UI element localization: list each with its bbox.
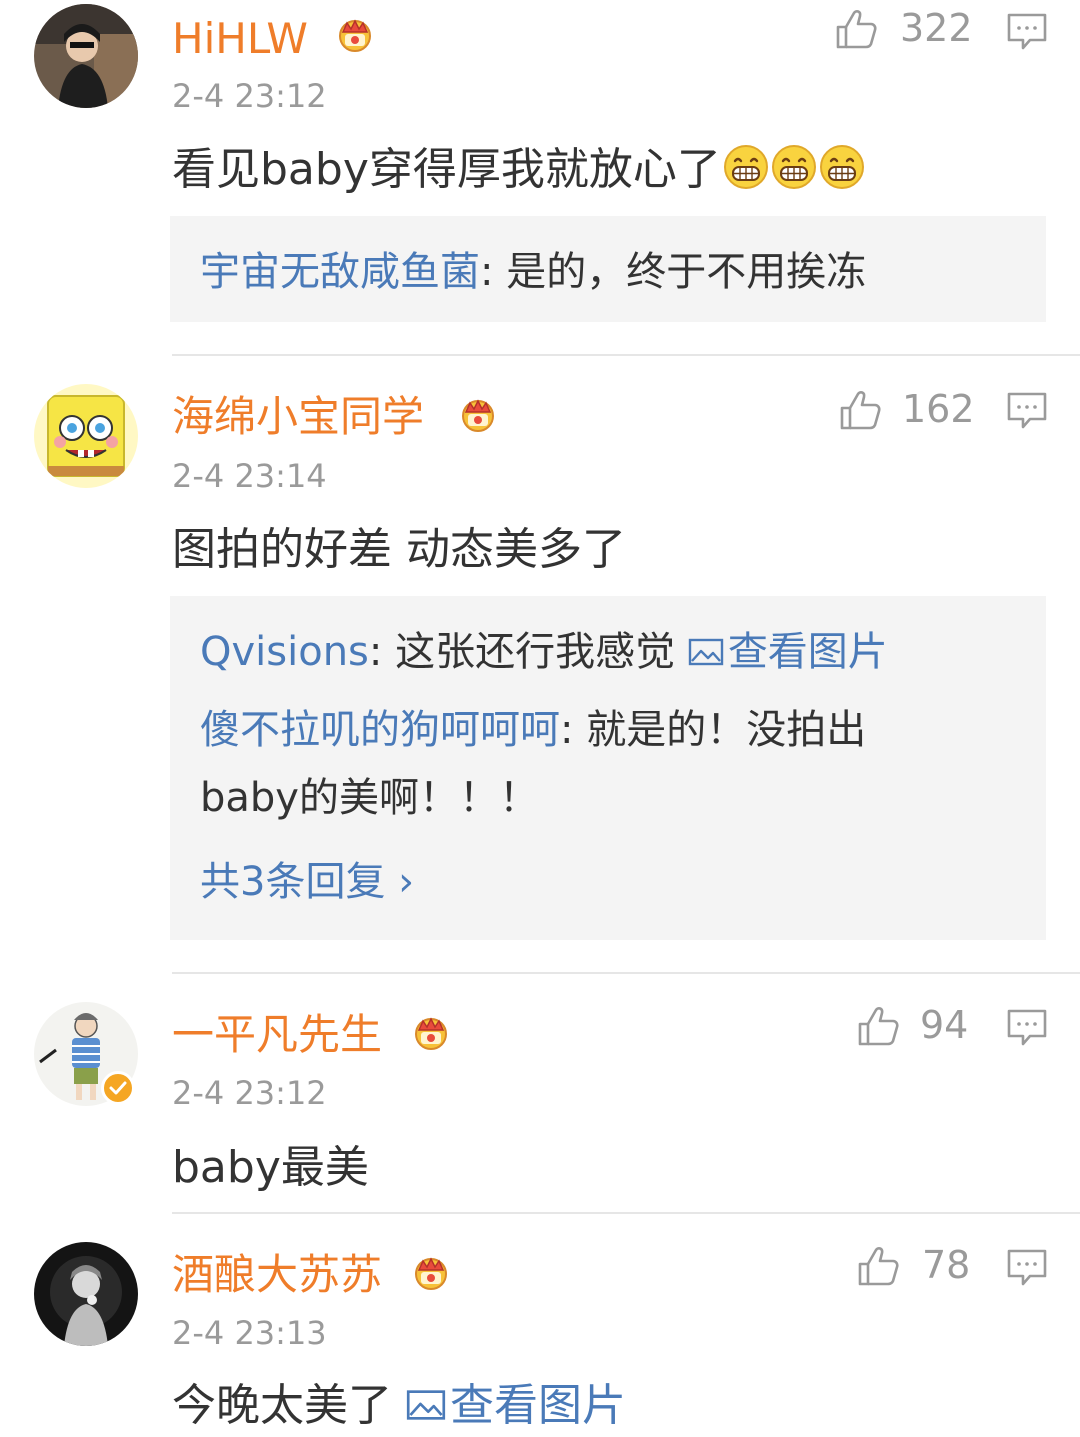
reply-comment-icon[interactable] <box>1006 1248 1048 1288</box>
reply-username[interactable]: 宇宙无敌咸鱼菌 <box>200 249 480 295</box>
view-image-link[interactable]: 查看图片 <box>406 1380 626 1431</box>
reply-item: 傻不拉叽的狗呵呵呵: 就是的！没拍出 <box>200 710 866 750</box>
avatar[interactable] <box>34 4 138 108</box>
reply-username[interactable]: Qvisions <box>200 629 369 675</box>
username[interactable]: 海绵小宝同学 <box>172 396 424 438</box>
timestamp: 2-4 23:13 <box>172 1314 327 1352</box>
reply-separator: : <box>480 249 507 295</box>
username[interactable]: 一平凡先生 <box>172 1014 382 1056</box>
like-count: 94 <box>920 1003 969 1047</box>
comment-text-body: 看见baby穿得厚我就放心了 <box>172 144 721 195</box>
reply-preview-box[interactable]: Qvisions: 这张还行我感觉 查看图片 傻不拉叽的狗呵呵呵: 就是的！没拍… <box>170 596 1046 940</box>
timestamp: 2-4 23:14 <box>172 457 327 495</box>
grin-emoji-icon <box>771 144 817 190</box>
reply-username[interactable]: 傻不拉叽的狗呵呵呵 <box>200 707 560 753</box>
like-count: 162 <box>902 387 975 431</box>
comment-text-body: baby最美 <box>172 1142 369 1193</box>
view-image-label: 查看图片 <box>450 1380 626 1431</box>
view-image-link[interactable]: 查看图片 <box>688 629 888 675</box>
timestamp: 2-4 23:12 <box>172 1074 327 1112</box>
thumbs-up-icon <box>856 1244 900 1288</box>
username[interactable]: HiHLW <box>172 18 308 60</box>
comment-text: baby最美 <box>172 1142 369 1193</box>
comment-text: 今晚太美了 查看图片 <box>172 1380 626 1431</box>
reply-item: 宇宙无敌咸鱼菌: 是的，终于不用挨冻 <box>200 252 866 292</box>
more-replies-link[interactable]: 共3条回复 › <box>200 862 414 902</box>
verified-badge-icon <box>101 1071 135 1105</box>
crown-badge-icon <box>410 1255 452 1291</box>
avatar[interactable] <box>34 384 138 488</box>
divider <box>172 354 1080 356</box>
reply-text: 就是的！没拍出 <box>586 707 867 753</box>
reply-item: Qvisions: 这张还行我感觉 查看图片 <box>200 632 888 672</box>
view-image-label: 查看图片 <box>727 629 888 675</box>
comment-text: 图拍的好差 动态美多了 <box>172 524 626 575</box>
crown-badge-icon <box>334 17 376 53</box>
thumbs-up-icon <box>856 1004 900 1048</box>
username[interactable]: 酒酿大苏苏 <box>172 1254 382 1296</box>
comment-text: 看见baby穿得厚我就放心了 <box>172 144 865 194</box>
reply-text: 这张还行我感觉 <box>395 629 688 675</box>
timestamp: 2-4 23:12 <box>172 77 327 115</box>
divider <box>172 1212 1080 1214</box>
grin-emoji-icon <box>819 144 865 190</box>
like-button[interactable]: 322 <box>834 7 984 55</box>
reply-text-continued: baby的美啊！！！ <box>200 775 539 821</box>
image-icon <box>688 637 724 667</box>
thumbs-up-icon <box>838 388 882 432</box>
thumbs-up-icon <box>834 7 878 51</box>
comment-text-body: 今晚太美了 <box>172 1380 406 1431</box>
crown-badge-icon <box>410 1015 452 1051</box>
like-button[interactable]: 94 <box>856 1004 986 1052</box>
comment-text-body: 图拍的好差 动态美多了 <box>172 524 626 575</box>
reply-comment-icon[interactable] <box>1006 391 1048 431</box>
like-count: 322 <box>900 6 973 50</box>
reply-comment-icon[interactable] <box>1006 1008 1048 1048</box>
avatar[interactable] <box>34 1242 138 1346</box>
crown-badge-icon <box>457 397 499 433</box>
like-count: 78 <box>922 1243 971 1287</box>
like-button[interactable]: 78 <box>856 1244 986 1292</box>
image-icon <box>406 1388 446 1422</box>
reply-preview-box[interactable]: 宇宙无敌咸鱼菌: 是的，终于不用挨冻 <box>170 216 1046 322</box>
reply-text: 是的，终于不用挨冻 <box>506 249 867 295</box>
reply-separator: : <box>368 629 396 675</box>
grin-emoji-icon <box>723 144 769 190</box>
like-button[interactable]: 162 <box>838 388 988 436</box>
reply-separator: : <box>560 707 587 753</box>
divider <box>172 972 1080 974</box>
reply-comment-icon[interactable] <box>1006 12 1048 52</box>
